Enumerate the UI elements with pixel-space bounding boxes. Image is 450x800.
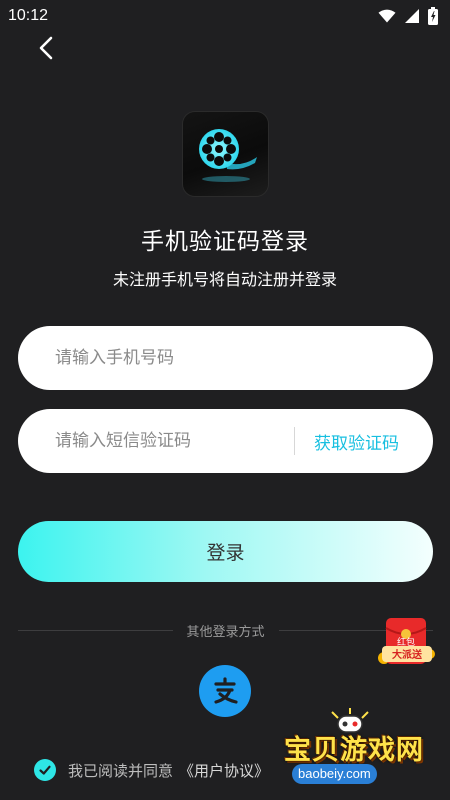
sms-code-input[interactable] [55,431,275,451]
login-button[interactable]: 登录 [18,521,433,582]
alipay-login-button[interactable] [199,665,251,717]
status-time: 10:12 [8,7,49,24]
red-packet-text-top: 红包 [397,636,415,648]
red-packet-text-bottom: 大派送 [392,648,423,661]
agreement-checkbox[interactable] [34,759,56,781]
phone-input[interactable] [55,348,275,368]
other-login-methods: 其他登录方式 [18,620,434,640]
page-title: 手机验证码登录 [141,229,309,255]
divider-left [18,629,173,631]
app-logo [183,112,268,196]
get-code-button[interactable]: 获取验证码 [314,409,399,473]
page-subtitle: 未注册手机号将自动注册并登录 [112,270,337,289]
user-agreement-link[interactable]: 《用户协议》 [179,760,269,781]
red-packet-promo[interactable]: 红包 大派送 [376,614,438,674]
back-button[interactable] [32,34,60,62]
film-reel-icon [198,129,257,182]
status-icons [378,7,438,25]
wifi-icon [378,9,396,23]
phone-input-container [18,326,433,390]
red-packet-icon: 红包 大派送 [378,618,435,664]
agreement-text: 我已阅读并同意 [68,761,174,780]
chevron-left-icon [39,36,53,60]
code-input-container: 获取验证码 [18,409,433,473]
watermark-title: 宝贝游戏网 [284,735,424,766]
agreement-row: 我已阅读并同意 《用户协议》 [34,758,269,782]
watermark-url: baobeiy.com [292,764,377,784]
alipay-icon [214,677,238,704]
battery-icon [428,7,438,25]
status-bar: 10:12 [0,0,450,32]
check-icon [39,765,51,775]
other-login-label: 其他登录方式 [186,624,265,640]
site-watermark: 宝贝游戏网 baobeiy.com [268,708,450,800]
signal-icon [405,9,419,23]
code-divider [294,427,295,455]
